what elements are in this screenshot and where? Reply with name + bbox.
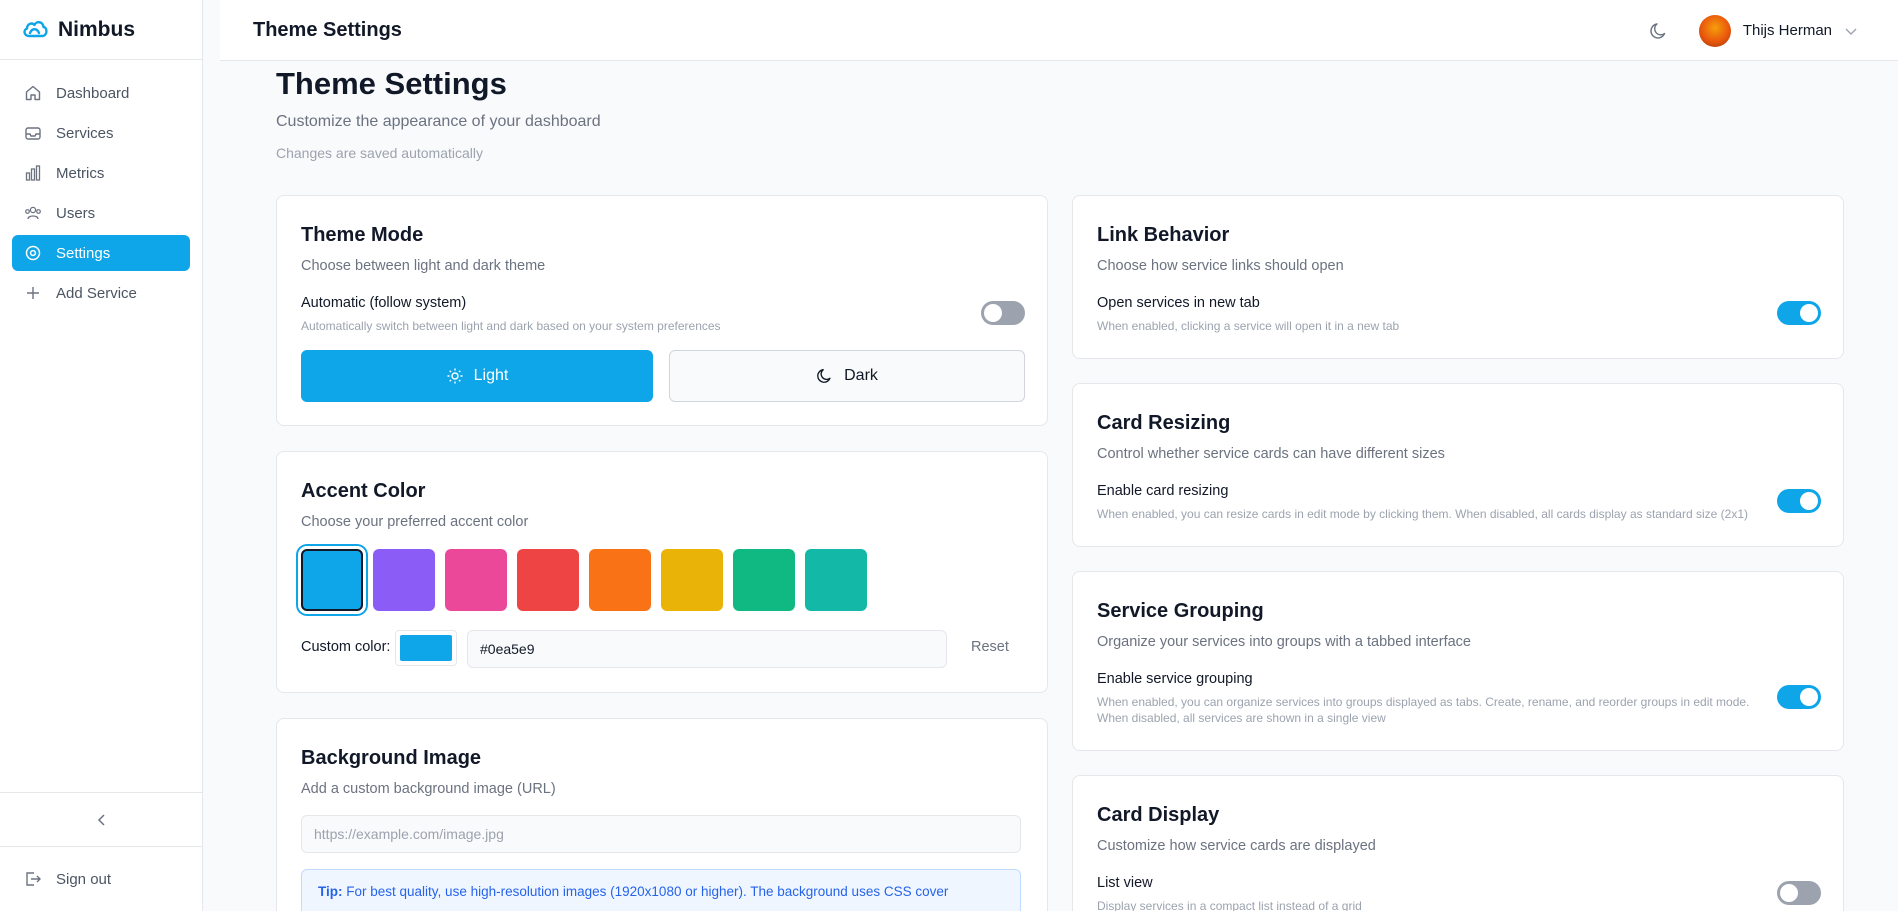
new-tab-label: Open services in new tab (1097, 295, 1260, 311)
top-header: Theme Settings Thijs Herman (220, 0, 1898, 61)
service-grouping-help: When enabled, you can organize services … (1097, 695, 1750, 709)
sidebar-item-settings[interactable]: Settings (12, 235, 190, 271)
sidebar-item-users[interactable]: Users (12, 195, 190, 231)
card-display-card: Card Display Customize how service cards… (1072, 775, 1844, 911)
dark-mode-label: Dark (844, 367, 878, 384)
accent-swatch[interactable] (445, 549, 507, 611)
tip-text: For best quality, use high-resolution im… (346, 884, 949, 899)
users-icon (24, 204, 42, 222)
moon-icon (1650, 22, 1666, 39)
accent-swatch[interactable] (733, 549, 795, 611)
custom-color-hex-input[interactable] (467, 630, 947, 668)
sidebar-item-label: Dashboard (56, 84, 130, 102)
card-description: Add a custom background image (URL) (301, 781, 556, 797)
accent-swatch[interactable] (805, 549, 867, 611)
list-view-label: List view (1097, 875, 1153, 891)
inbox-icon (24, 124, 42, 142)
card-title: Card Resizing (1097, 412, 1231, 434)
accent-swatch[interactable] (373, 549, 435, 611)
chevron-left-icon (97, 813, 105, 826)
light-mode-label: Light (473, 367, 509, 384)
user-name[interactable]: Thijs Herman (1743, 22, 1832, 39)
plus-icon (24, 284, 42, 302)
dark-mode-button[interactable]: Dark (669, 350, 1025, 402)
theme-toggle-button[interactable] (1645, 17, 1673, 45)
logout-icon (24, 870, 42, 888)
sidebar-item-metrics[interactable]: Metrics (12, 155, 190, 191)
accent-color-card: Accent Color Choose your preferred accen… (276, 451, 1048, 693)
cloud-logo-icon (23, 20, 48, 37)
card-description: Choose between light and dark theme (301, 258, 546, 274)
card-description: Customize how service cards are displaye… (1097, 838, 1376, 854)
accent-swatch[interactable] (661, 549, 723, 611)
service-grouping-label: Enable service grouping (1097, 671, 1253, 687)
sidebar-item-label: Add Service (56, 284, 137, 302)
autosave-note: Changes are saved automatically (276, 145, 484, 161)
sun-icon (446, 367, 464, 385)
tip-box: Tip: For best quality, use high-resoluti… (301, 869, 1021, 911)
card-resizing-help: When enabled, you can resize cards in ed… (1097, 507, 1748, 521)
sidebar-item-label: Settings (56, 244, 111, 262)
avatar[interactable] (1698, 14, 1731, 47)
tip-label: Tip: (318, 884, 343, 899)
sign-out-label: Sign out (56, 870, 112, 888)
link-behavior-card: Link Behavior Choose how service links s… (1072, 195, 1844, 359)
card-description: Choose how service links should open (1097, 258, 1344, 274)
custom-color-label: Custom color: (301, 639, 391, 655)
accent-swatch[interactable] (589, 549, 651, 611)
theme-mode-card: Theme Mode Choose between light and dark… (276, 195, 1048, 426)
card-title: Background Image (301, 747, 482, 769)
card-description: Choose your preferred accent color (301, 514, 529, 530)
sidebar-item-services[interactable]: Services (12, 115, 190, 151)
sidebar-item-add-service[interactable]: Add Service (12, 275, 190, 311)
custom-color-picker[interactable] (395, 630, 457, 666)
light-mode-button[interactable]: Light (301, 350, 653, 402)
list-view-help: Display services in a compact list inste… (1097, 899, 1362, 911)
card-resizing-label: Enable card resizing (1097, 483, 1229, 499)
bar-chart-icon (24, 164, 42, 182)
header-actions: Thijs Herman (1645, 0, 1858, 61)
accent-swatch[interactable] (517, 549, 579, 611)
card-description: Organize your services into groups with … (1097, 634, 1471, 650)
card-title: Service Grouping (1097, 600, 1264, 622)
card-title: Card Display (1097, 804, 1220, 826)
card-title: Accent Color (301, 480, 426, 502)
sidebar-item-label: Metrics (56, 164, 105, 182)
sidebar-item-dashboard[interactable]: Dashboard (12, 75, 190, 111)
sign-out-button[interactable]: Sign out (0, 846, 203, 911)
reset-color-button[interactable]: Reset (971, 639, 1009, 655)
brand-name: Nimbus (58, 17, 136, 41)
service-grouping-toggle[interactable] (1777, 685, 1821, 709)
auto-theme-help: Automatically switch between light and d… (301, 319, 721, 333)
sidebar-nav: Dashboard Services Metrics Users Setting… (0, 60, 202, 311)
sidebar-collapse-button[interactable] (0, 792, 203, 846)
auto-theme-toggle[interactable] (981, 301, 1025, 325)
page-subtitle: Customize the appearance of your dashboa… (276, 113, 601, 130)
card-description: Control whether service cards can have d… (1097, 446, 1445, 462)
header-title: Theme Settings (253, 18, 402, 41)
card-title: Theme Mode (301, 224, 424, 246)
chevron-down-icon[interactable] (1844, 24, 1858, 38)
new-tab-toggle[interactable] (1777, 301, 1821, 325)
background-url-input[interactable] (301, 815, 1021, 853)
home-icon (24, 84, 42, 102)
moon-icon (816, 367, 834, 385)
new-tab-help: When enabled, clicking a service will op… (1097, 319, 1400, 333)
service-grouping-card: Service Grouping Organize your services … (1072, 571, 1844, 751)
auto-theme-label: Automatic (follow system) (301, 295, 467, 311)
card-title: Link Behavior (1097, 224, 1230, 246)
custom-color-preview (400, 635, 452, 661)
sidebar-item-label: Users (56, 204, 96, 222)
sidebar: Nimbus Dashboard Services Metrics Users (0, 0, 203, 911)
service-grouping-help: When disabled, all services are shown in… (1097, 711, 1386, 725)
accent-swatch[interactable] (301, 549, 363, 611)
card-resizing-card: Card Resizing Control whether service ca… (1072, 383, 1844, 547)
brand[interactable]: Nimbus (0, 0, 202, 60)
card-resizing-toggle[interactable] (1777, 489, 1821, 513)
settings-icon (24, 244, 42, 262)
page-title: Theme Settings (276, 66, 507, 101)
background-image-card: Background Image Add a custom background… (276, 718, 1048, 911)
list-view-toggle[interactable] (1777, 881, 1821, 905)
sidebar-item-label: Services (56, 124, 114, 142)
